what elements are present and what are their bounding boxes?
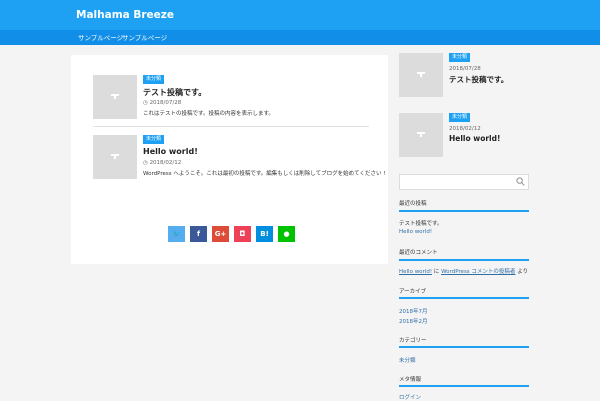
widget-title-categories: カテゴリー [399,338,427,344]
main-nav: サンプルページ サンプルページ [0,30,600,45]
post-title[interactable]: テスト投稿です。 [143,87,206,98]
post-thumbnail[interactable] [93,135,137,179]
post-excerpt: WordPress へようこそ。これは最初の投稿です。編集もしくは削除してブログ… [143,171,386,177]
widget-title-underline [399,385,529,387]
category-badge[interactable]: 未分類 [143,75,165,84]
search-input[interactable] [399,174,529,190]
widget-title-recent-comments: 最近のコメント [399,250,438,256]
facebook-share-button[interactable]: f [190,226,207,242]
post-date-text: 2018/02/12 [149,160,182,166]
archive-link[interactable]: 2018年7月 [399,307,428,315]
post-date: ◷ 2018/07/28 [143,100,181,106]
category-badge[interactable]: 未分類 [449,113,471,122]
no-image-icon [111,154,119,159]
widget-title-underline [399,297,529,299]
post-date-text: 2018/07/28 [149,100,182,106]
site-header: Malhama Breeze [0,0,600,30]
post-title[interactable]: テスト投稿です。 [449,74,508,85]
sidebar-post-item[interactable]: 未分類 2018/07/28 テスト投稿です。 [399,53,529,97]
no-image-icon [417,72,425,77]
post-date: ◷ 2018/02/12 [143,160,181,166]
recent-post-link[interactable]: テスト投稿です。 [399,219,442,227]
category-link[interactable]: 未分類 [399,356,416,364]
post-date: 2018/07/28 [449,66,481,72]
nav-item-sample-page-2[interactable]: サンプルページ [122,32,167,42]
clock-icon: ◷ [143,100,148,106]
comment-post-link[interactable]: Hello world! [399,269,432,275]
widget-title-archives: アーカイブ [399,289,427,295]
line-icon: ● [283,230,290,238]
archive-link[interactable]: 2018年2月 [399,317,428,325]
nav-item-sample-page[interactable]: サンプルページ [78,32,123,42]
post-date: 2018/02/12 [449,126,481,132]
site-title[interactable]: Malhama Breeze [76,9,174,21]
post-excerpt: これはテストの投稿です。投稿の内容を表示します。 [143,111,274,117]
main-content: 未分類 テスト投稿です。 ◷ 2018/07/28 これはテストの投稿です。投稿… [71,55,388,264]
clock-icon: ◷ [143,160,148,166]
search-icon[interactable] [516,177,525,186]
no-image-icon [417,132,425,137]
post-thumbnail[interactable] [399,113,443,157]
google-plus-icon: G+ [214,230,227,238]
category-badge[interactable]: 未分類 [449,53,471,62]
widget-title-underline [399,210,529,212]
widget-title-underline [399,259,529,261]
post-item[interactable]: 未分類 テスト投稿です。 ◷ 2018/07/28 これはテストの投稿です。投稿… [93,75,369,119]
post-title[interactable]: Hello world! [449,134,500,143]
facebook-icon: f [196,230,201,238]
pocket-icon: ◘ [239,230,246,238]
post-title[interactable]: Hello world! [143,147,198,156]
recent-post-link[interactable]: Hello world! [399,229,432,235]
post-thumbnail[interactable] [399,53,443,97]
recent-comment-item: Hello world! に WordPress コメントの投稿者 より [399,267,528,275]
pocket-share-button[interactable]: ◘ [234,226,251,242]
no-image-icon [111,94,119,99]
category-badge[interactable]: 未分類 [143,135,165,144]
twitter-share-button[interactable]: 🐦 [168,226,185,242]
post-item[interactable]: 未分類 Hello world! ◷ 2018/02/12 WordPress … [93,135,385,179]
post-divider [93,126,369,127]
widget-title-underline [399,346,529,348]
widget-title-recent-posts: 最近の投稿 [399,201,427,207]
comment-suffix: より [517,269,529,275]
comment-connector: に [433,269,440,275]
google-plus-share-button[interactable]: G+ [212,226,229,242]
post-thumbnail[interactable] [93,75,137,119]
twitter-icon: 🐦 [172,230,181,238]
line-share-button[interactable]: ● [278,226,295,242]
hatena-share-button[interactable]: B! [256,226,273,242]
widget-title-meta: メタ情報 [399,377,422,383]
hatena-icon: B! [260,230,269,238]
comment-author-link[interactable]: WordPress コメントの投稿者 [441,269,515,275]
sidebar-post-item[interactable]: 未分類 2018/02/12 Hello world! [399,113,529,157]
